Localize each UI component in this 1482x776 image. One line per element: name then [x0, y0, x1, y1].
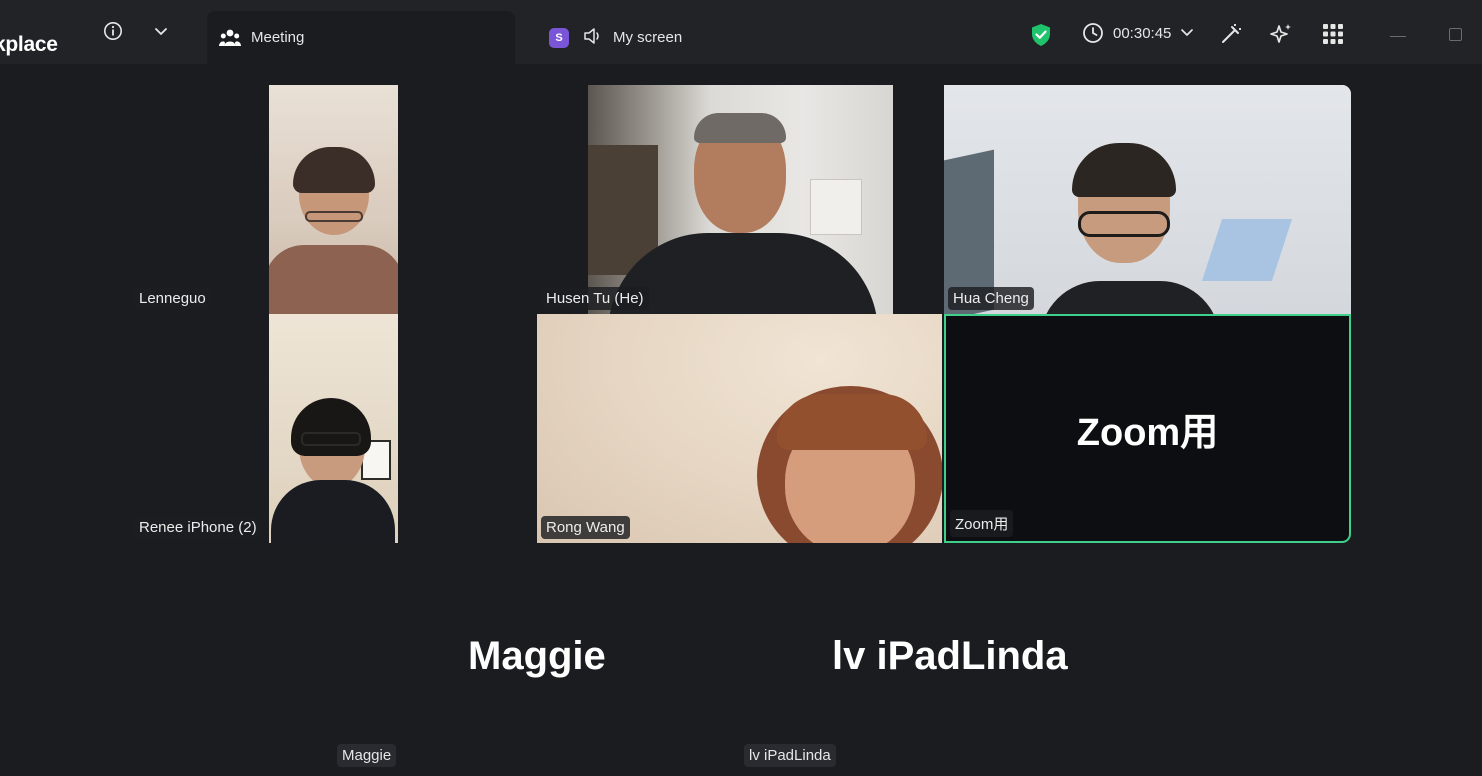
participant-video [537, 314, 942, 543]
video-tile[interactable]: Rong Wang [537, 314, 942, 543]
audio-participant-big-name: Maggie [468, 634, 606, 678]
participant-name: Husen Tu (He) [541, 287, 649, 310]
chevron-down-icon[interactable] [152, 24, 170, 40]
video-tile[interactable]: Lenneguo [130, 85, 535, 314]
participant-video [588, 85, 893, 314]
participant-name: Lenneguo [134, 287, 211, 310]
tab-label: My screen [613, 29, 683, 46]
video-tile-active-speaker[interactable]: Zoom用 Zoom用 [944, 314, 1351, 543]
apps-grid-icon[interactable] [1321, 22, 1345, 46]
ai-sparkle-icon[interactable] [1269, 22, 1293, 46]
audio-participant-name-tag[interactable]: lv iPadLinda [744, 744, 836, 767]
video-tile[interactable]: Renee iPhone (2) [130, 314, 535, 543]
meeting-toolbar: kplace Meeting S My screen 00:30:45 [0, 0, 1482, 64]
timer-value: 00:30:45 [1113, 24, 1172, 42]
participant-video [944, 85, 1351, 314]
tab-label: Meeting [251, 29, 305, 46]
participant-name: Renee iPhone (2) [134, 516, 262, 539]
audio-participant-name-tag[interactable]: Maggie [337, 744, 397, 767]
minimize-button[interactable] [1390, 36, 1406, 37]
meeting-timer[interactable]: 00:30:45 [1082, 22, 1194, 44]
participant-name: Zoom用 [950, 510, 1014, 537]
participant-name: Rong Wang [541, 516, 630, 539]
maximize-button[interactable] [1449, 28, 1462, 41]
app-title: kplace [0, 33, 58, 56]
speaker-icon [583, 27, 603, 49]
participants-icon [219, 27, 241, 49]
clock-icon [1083, 23, 1103, 43]
chevron-down-icon [1181, 29, 1194, 36]
participant-video [269, 85, 398, 314]
screen-badge: S [549, 27, 569, 48]
participant-placeholder-name: Zoom用 [1076, 412, 1219, 454]
participant-video [269, 314, 398, 543]
shield-icon[interactable] [1030, 23, 1052, 47]
tab-meeting[interactable]: Meeting [207, 11, 515, 64]
participant-name: Hua Cheng [948, 287, 1034, 310]
tab-my-screen[interactable]: S My screen [540, 11, 800, 64]
audio-participant-big-name: lv iPadLinda [832, 634, 1068, 678]
video-tile[interactable]: Husen Tu (He) [537, 85, 942, 314]
info-icon[interactable] [103, 21, 123, 41]
magic-wand-icon[interactable] [1219, 22, 1243, 46]
video-tile[interactable]: Hua Cheng [944, 85, 1351, 314]
